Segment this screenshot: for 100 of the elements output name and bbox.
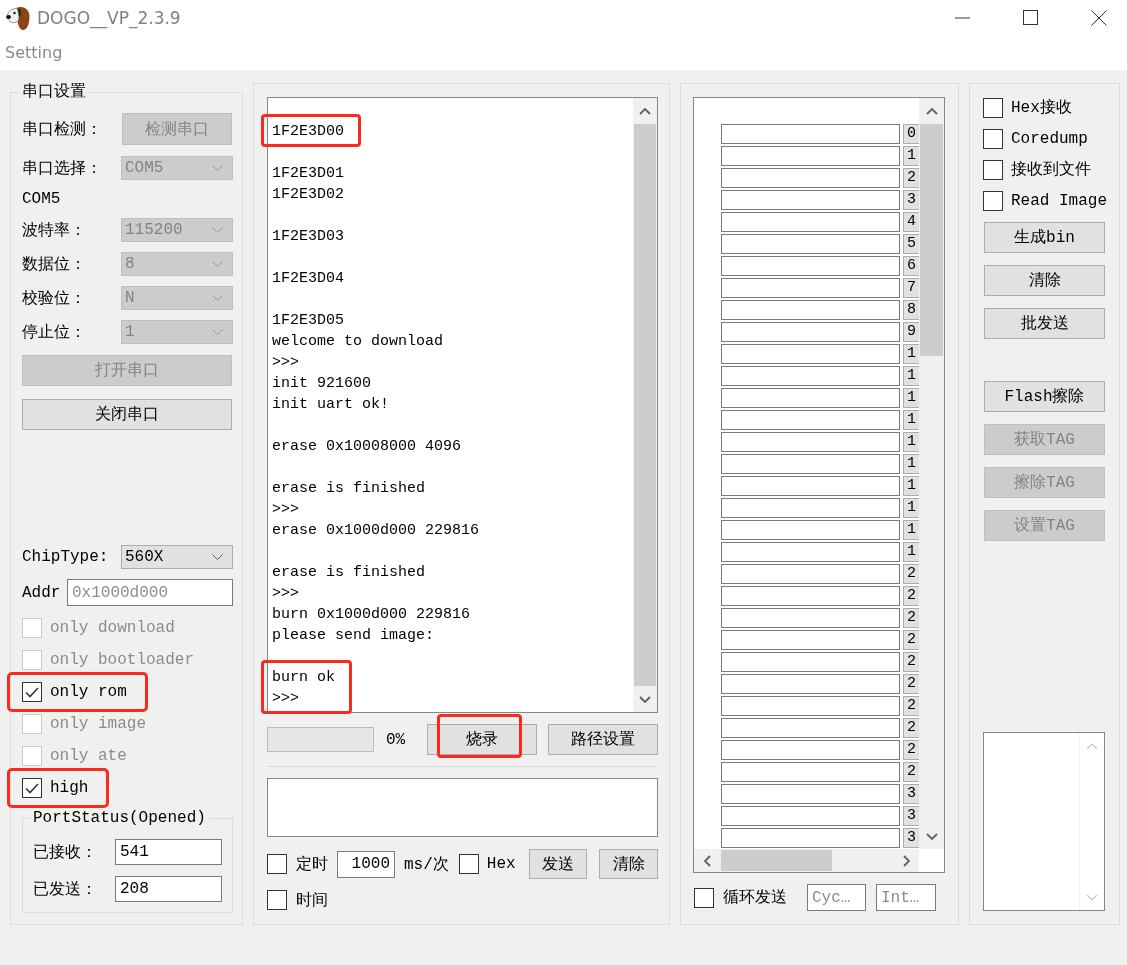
checkbox[interactable] (458, 854, 479, 874)
send-row-button[interactable]: 3 (903, 784, 919, 804)
input-field[interactable] (721, 476, 900, 496)
action-button[interactable]: 路径设置 (548, 724, 658, 755)
send-row-button[interactable]: 2 (903, 718, 919, 738)
scrollbar[interactable] (694, 849, 919, 872)
input-field[interactable] (721, 322, 900, 342)
input-field[interactable] (721, 256, 900, 276)
input-field[interactable] (721, 718, 900, 738)
checkbox[interactable] (983, 128, 1003, 149)
input-field[interactable]: 208 (115, 876, 222, 902)
send-row-button[interactable]: 1 (903, 366, 919, 386)
send-row-button[interactable]: 2 (903, 608, 919, 628)
input-field[interactable] (721, 608, 900, 628)
scrollbar-thumb[interactable] (634, 124, 656, 686)
input-field[interactable] (721, 542, 900, 562)
input-field[interactable]: Cyc… (807, 884, 866, 911)
chevron-down-icon[interactable] (925, 832, 938, 840)
input-field[interactable] (721, 432, 900, 452)
tool-button[interactable]: 清除 (984, 265, 1105, 296)
input-field[interactable] (721, 652, 900, 672)
input-field[interactable] (721, 388, 900, 408)
send-row-button[interactable]: 7 (903, 278, 919, 298)
checkbox[interactable] (694, 887, 714, 908)
send-row-button[interactable]: 1 (903, 432, 919, 452)
dropdown[interactable]: 560X (121, 545, 233, 569)
checkbox[interactable] (267, 854, 287, 874)
input-field[interactable] (721, 498, 900, 518)
checkbox[interactable] (983, 159, 1003, 180)
input-field[interactable] (721, 168, 900, 188)
input-field[interactable]: Int… (876, 884, 936, 911)
interval-field[interactable]: 1000 (337, 850, 395, 878)
send-row-button[interactable]: 3 (903, 828, 919, 848)
scrollbar-thumb[interactable] (920, 124, 943, 356)
input-field[interactable] (721, 146, 900, 166)
chevron-down-icon[interactable] (639, 695, 651, 703)
minimize-button[interactable] (955, 16, 970, 19)
menu-item[interactable]: Setting (5, 43, 63, 62)
input-field[interactable] (721, 454, 900, 474)
send-row-button[interactable]: 2 (903, 168, 919, 188)
send-row-button[interactable]: 1 (903, 146, 919, 166)
send-row-button[interactable]: 1 (903, 542, 919, 562)
chevron-right-icon[interactable] (902, 854, 910, 867)
send-row-button[interactable]: 3 (903, 806, 919, 826)
send-row-button[interactable]: 2 (903, 630, 919, 650)
chevron-up-icon[interactable] (639, 107, 651, 115)
send-row-button[interactable]: 1 (903, 498, 919, 518)
send-row-button[interactable]: 9 (903, 322, 919, 342)
tool-button[interactable]: Flash擦除 (984, 381, 1105, 412)
input-field[interactable] (721, 234, 900, 254)
send-row-button[interactable]: 6 (903, 256, 919, 276)
send-row-button[interactable]: 2 (903, 740, 919, 760)
input-field[interactable] (721, 586, 900, 606)
send-row-button[interactable]: 5 (903, 234, 919, 254)
send-row-button[interactable]: 2 (903, 674, 919, 694)
input-field[interactable] (721, 410, 900, 430)
send-row-button[interactable]: 1 (903, 410, 919, 430)
input-field[interactable] (721, 762, 900, 782)
scrollbar[interactable] (633, 98, 657, 712)
input-field[interactable]: 541 (115, 839, 222, 865)
input-field[interactable] (721, 828, 900, 848)
chevron-left-icon[interactable] (704, 854, 711, 867)
tool-button[interactable]: 生成bin (984, 222, 1105, 253)
input-field[interactable] (721, 630, 900, 650)
send-row-button[interactable]: 8 (903, 300, 919, 320)
send-row-button[interactable]: 2 (903, 586, 919, 606)
input-field[interactable] (721, 696, 900, 716)
send-row-button[interactable]: 2 (903, 762, 919, 782)
send-row-button[interactable]: 1 (903, 344, 919, 364)
send-row-button[interactable]: 2 (903, 652, 919, 672)
input-field[interactable] (721, 124, 900, 144)
action-button[interactable]: 清除 (599, 849, 658, 879)
checkbox[interactable] (22, 778, 42, 798)
send-row-button[interactable]: 4 (903, 212, 919, 232)
checkbox[interactable] (983, 190, 1003, 211)
input-field[interactable] (721, 740, 900, 760)
input-field[interactable] (721, 212, 900, 232)
tool-button[interactable]: 批发送 (984, 308, 1105, 339)
send-row-button[interactable]: 2 (903, 696, 919, 716)
input-field[interactable] (721, 674, 900, 694)
input-field[interactable]: 0x1000d000 (67, 579, 233, 606)
send-row-button[interactable]: 1 (903, 520, 919, 540)
input-field[interactable] (721, 366, 900, 386)
send-row-button[interactable]: 1 (903, 388, 919, 408)
send-row-button[interactable]: 2 (903, 564, 919, 584)
scrollbar[interactable] (919, 98, 944, 849)
checkbox[interactable] (22, 682, 42, 702)
send-row-button[interactable]: 1 (903, 454, 919, 474)
chevron-up-icon[interactable] (925, 107, 938, 115)
input-field[interactable] (721, 278, 900, 298)
checkbox[interactable] (267, 890, 287, 910)
send-input[interactable] (267, 778, 658, 837)
input-field[interactable] (721, 784, 900, 804)
send-row-button[interactable]: 1 (903, 476, 919, 496)
input-field[interactable] (721, 190, 900, 210)
input-field[interactable] (721, 300, 900, 320)
input-field[interactable] (721, 520, 900, 540)
maximize-button[interactable] (1023, 10, 1038, 25)
scrollbar-thumb[interactable] (721, 850, 832, 871)
port-button[interactable]: 关闭串口 (22, 399, 232, 430)
